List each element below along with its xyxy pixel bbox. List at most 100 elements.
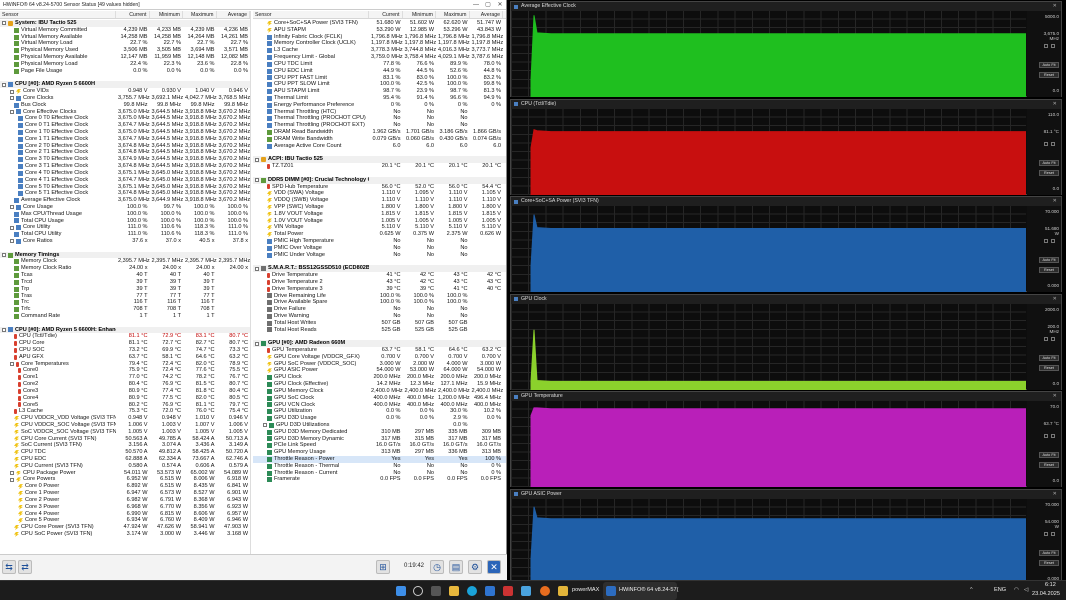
checkbox-icon[interactable] — [1044, 44, 1048, 48]
checkbox-icon[interactable] — [1044, 336, 1048, 341]
checkbox-icon[interactable] — [1051, 434, 1055, 438]
graph-title-bar[interactable]: Core+SoC+SA Power (SVI3 TFN) ✕ — [511, 197, 1061, 206]
expand-toggle-icon[interactable] — [10, 205, 14, 210]
col-maximum[interactable]: Maximum — [183, 11, 217, 18]
sensor-row[interactable]: Core 4 T0 Effective Clock 3,675.1 MHz 3,64… — [0, 170, 250, 177]
sensor-group-header[interactable]: S.M.A.R.T.: BSS12GSSD510 (ECD802B2A00223… — [253, 265, 506, 273]
expand-toggle-icon[interactable] — [255, 341, 259, 346]
sensor-row[interactable]: Core 0 Power 6.892 W 6.515 W 8.435 W 6.841 W — [0, 483, 250, 490]
sensor-row[interactable]: Drive Temperature 3 39 °C 39 °C 41 °C 40 °C — [253, 286, 506, 293]
sensor-row[interactable]: Core 4 Power 6.990 W 6.815 W 8.606 W 6.957 W — [0, 511, 250, 518]
sensor-row[interactable]: Core Utility 111.0 % 110.6 % 118.3 % 111.0 % — [0, 224, 250, 231]
sensor-row[interactable]: Core5 80.2 °C 76.9 °C 81.1 °C 79.7 °C — [0, 402, 250, 409]
store-icon[interactable] — [485, 586, 495, 596]
expand-toggle-icon[interactable] — [10, 109, 14, 114]
checkbox-icon[interactable] — [1044, 141, 1048, 146]
sensor-row[interactable]: Virtual Memory Load 22.7 % 22.7 % 22.7 % 22.… — [0, 40, 250, 47]
sensor-row[interactable]: Core Usage 100.0 % 99.7 % 100.0 % 100.0 % — [0, 204, 250, 211]
sensor-row[interactable]: Drive Remaining Life 100.0 % 100.0 % 100.0 … — [253, 293, 506, 300]
sensor-row[interactable]: Core0 75.9 °C 72.4 °C 77.6 °C 75.5 °C — [0, 367, 250, 374]
reset-button[interactable]: Reset — [1039, 267, 1059, 273]
sensor-row[interactable]: APU STAPM Limit 98.7 % 23.9 % 98.7 % 81.3 % — [253, 88, 506, 95]
checkbox-icon[interactable] — [1044, 531, 1048, 536]
checkbox-icon[interactable] — [1051, 531, 1055, 536]
sensor-row[interactable]: Total CPU Usage 100.0 % 100.0 % 100.0 % 100.… — [0, 218, 250, 225]
graph-window-average-effective-clock[interactable]: Average Effective Clock ✕ 5000.0 3,675.0 MH… — [510, 1, 1062, 97]
sensor-row[interactable]: Thermal Throttling (PROCHOT EXT) No No No — [253, 122, 506, 129]
checkbox-icon[interactable] — [1051, 141, 1055, 146]
sensor-row[interactable]: GPU D3D Utilizations 0.0 % — [253, 422, 506, 429]
sensor-row[interactable]: Total Host Reads 525 GB 525 GB 525 GB — [253, 327, 506, 334]
sensor-row[interactable]: SPD Hub Temperature 56.0 °C 52.0 °C 56.0 °C… — [253, 184, 506, 191]
sensor-row[interactable]: Thermal Throttling (PROCHOT CPU) No No No — [253, 115, 506, 122]
arrow-left-icon[interactable]: ⇆ — [2, 560, 16, 574]
reset-button[interactable]: Reset — [1039, 559, 1059, 566]
sensor-row[interactable]: CPU SoC Power (SVI3 TFN) 3.174 W 3.000 W 3.… — [0, 531, 250, 538]
sensor-row[interactable]: CPU PPT SLOW Limit 100.0 % 42.5 % 100.0 % 99… — [253, 81, 506, 88]
graph-window-gpu-asic-power[interactable]: GPU ASIC Power ✕ 70.000 54.000 W Auto Fit Res… — [510, 488, 1062, 585]
sensor-row[interactable]: GPU Temperature 63.7 °C 58.1 °C 64.6 °C 63.2… — [253, 347, 506, 354]
language-indicator[interactable]: ENG — [994, 587, 1006, 593]
sensor-row[interactable]: GPU D3D Memory Dedicated 310 MB 297 MB 335 … — [253, 429, 506, 436]
sensor-row[interactable]: Physical Memory Available 12,147 MB 11,959… — [0, 54, 250, 61]
graph-window-cpu-tctl-tdie[interactable]: CPU (Tctl/Tdie) ✕ 110.0 81.1 °C Auto Fit Rese… — [510, 98, 1062, 195]
sensor-row[interactable]: Core Clocks 3,755.7 MHz 3,692.1 MHz 4,042.7… — [0, 95, 250, 102]
checkbox-icon[interactable] — [1051, 336, 1055, 341]
sensor-row[interactable]: Virtual Memory Committed 4,239 MB 4,233 MB… — [0, 27, 250, 34]
sensor-row[interactable]: VPP (SWC) Voltage 1.800 V 1.800 V 1.800 V 1.… — [253, 204, 506, 211]
sensor-row[interactable]: SoC VDDCR_SOC Voltage (SVI3 TFN) 1.005 V 1… — [0, 429, 250, 436]
auto-fit-button[interactable]: Auto Fit — [1039, 354, 1059, 361]
close-icon[interactable]: ✕ — [1053, 295, 1057, 304]
sensor-row[interactable]: Core 1 Power 6.947 W 6.573 W 8.527 W 6.901 W — [0, 490, 250, 497]
sensor-row[interactable]: Core Effective Clocks 3,675.0 MHz 3,644.5 … — [0, 109, 250, 116]
sensor-row[interactable]: Drive Temperature 41 °C 42 °C 43 °C 42 °C — [253, 272, 506, 279]
reset-button[interactable]: Reset — [1039, 364, 1059, 371]
sensor-row[interactable]: CPU VDDCR_VDD Voltage (SVI3 TFN) 0.948 V 0… — [0, 415, 250, 422]
sensor-row[interactable]: GPU Clock 200.0 MHz 200.0 MHz 200.0 MHz 200.… — [253, 374, 506, 381]
sensor-row[interactable]: CPU Core Power (SVI3 TFN) 47.924 W 47.626 … — [0, 524, 250, 531]
sensor-row[interactable]: GPU D3D Memory Dynamic 317 MB 315 MB 317 MB… — [253, 436, 506, 443]
sensor-row[interactable]: CPU TDC Limit 77.8 % 76.6 % 89.9 % 78.0 % — [253, 61, 506, 68]
firefox-icon[interactable] — [540, 586, 550, 596]
sensor-row[interactable]: GPU Clock (Effective) 14.2 MHz 12.3 MHz 127… — [253, 381, 506, 388]
maximize-button[interactable]: ▢ — [482, 1, 494, 8]
sensor-row[interactable]: Throttle Reason - Thermal No No No 0 % — [253, 463, 506, 470]
clock-time[interactable]: 6:12 — [1045, 582, 1056, 588]
sensor-row[interactable]: Core 2 T0 Effective Clock 3,674.8 MHz 3,64… — [0, 143, 250, 150]
col-current[interactable]: Current — [369, 11, 403, 18]
sensor-row[interactable]: Drive Warning No No No — [253, 313, 506, 320]
sensor-row[interactable]: GPU SoC Power (VDDCR_SOC) 3.000 W 2.000 W 4… — [253, 361, 506, 368]
taskbar-app-powermax[interactable]: powerMAX — [572, 587, 599, 593]
sensor-row[interactable]: Trcd 39 T 39 T 39 T — [0, 279, 250, 286]
sensor-row[interactable]: CPU Core 81.1 °C 72.7 °C 82.7 °C 80.7 °C — [0, 340, 250, 347]
sensor-row[interactable]: Trc 116 T 116 T 116 T — [0, 299, 250, 306]
edge-icon[interactable] — [467, 586, 477, 596]
sensor-row[interactable]: Core 1 T1 Effective Clock 3,674.7 MHz 3,64… — [0, 136, 250, 143]
expand-toggle-icon[interactable] — [2, 327, 6, 332]
sensor-row[interactable]: Physical Memory Used 3,506 MB 3,505 MB 3,69… — [0, 47, 250, 54]
graph-title-bar[interactable]: GPU Temperature ✕ — [511, 392, 1061, 401]
wifi-icon[interactable]: ◠ — [1014, 587, 1019, 593]
sensor-row[interactable]: Total Host Writes 507 GB 507 GB 507 GB — [253, 320, 506, 327]
checkbox-icon[interactable] — [1051, 239, 1055, 243]
close-icon[interactable]: ✕ — [1053, 392, 1057, 401]
expand-toggle-icon[interactable] — [10, 477, 14, 482]
sensor-row[interactable]: Total Power 0.625 W 0.375 W 2.375 W 0.626 W — [253, 231, 506, 238]
sensor-row[interactable]: Core 5 Power 6.934 W 6.760 W 8.409 W 6.946 W — [0, 517, 250, 524]
expand-toggle-icon[interactable] — [255, 266, 259, 271]
sensor-row[interactable]: PMIC Over Voltage No No No — [253, 245, 506, 252]
sensor-row[interactable]: Core 5 T1 Effective Clock 3,674.8 MHz 3,64… — [0, 190, 250, 197]
tray-chevron-icon[interactable]: ^ — [970, 587, 973, 593]
sensor-row[interactable]: Command Rate 1 T 1 T 1 T — [0, 313, 250, 320]
expand-toggle-icon[interactable] — [10, 225, 14, 230]
graph-title-bar[interactable]: CPU (Tctl/Tdie) ✕ — [511, 99, 1061, 109]
col-sensor[interactable]: Sensor — [253, 11, 369, 18]
volume-icon[interactable]: ◁ — [1024, 587, 1028, 593]
sensor-row[interactable]: 1.0V VOUT Voltage 1.005 V 1.005 V 1.005 V 1.… — [253, 218, 506, 225]
sensor-row[interactable]: GPU Utilization 0.0 % 0.0 % 30.0 % 10.2 % — [253, 408, 506, 415]
auto-fit-button[interactable]: Auto Fit — [1039, 62, 1059, 68]
sensor-row[interactable]: VDD (SWA) Voltage 1.110 V 1.095 V 1.110 V 1.… — [253, 190, 506, 197]
sensor-row[interactable]: VIN Voltage 5.110 V 5.110 V 5.110 V 5.110 V — [253, 224, 506, 231]
sensor-row[interactable]: GPU ASIC Power 54.000 W 53.000 W 64.000 W 54… — [253, 367, 506, 374]
app-icon[interactable] — [503, 586, 513, 596]
